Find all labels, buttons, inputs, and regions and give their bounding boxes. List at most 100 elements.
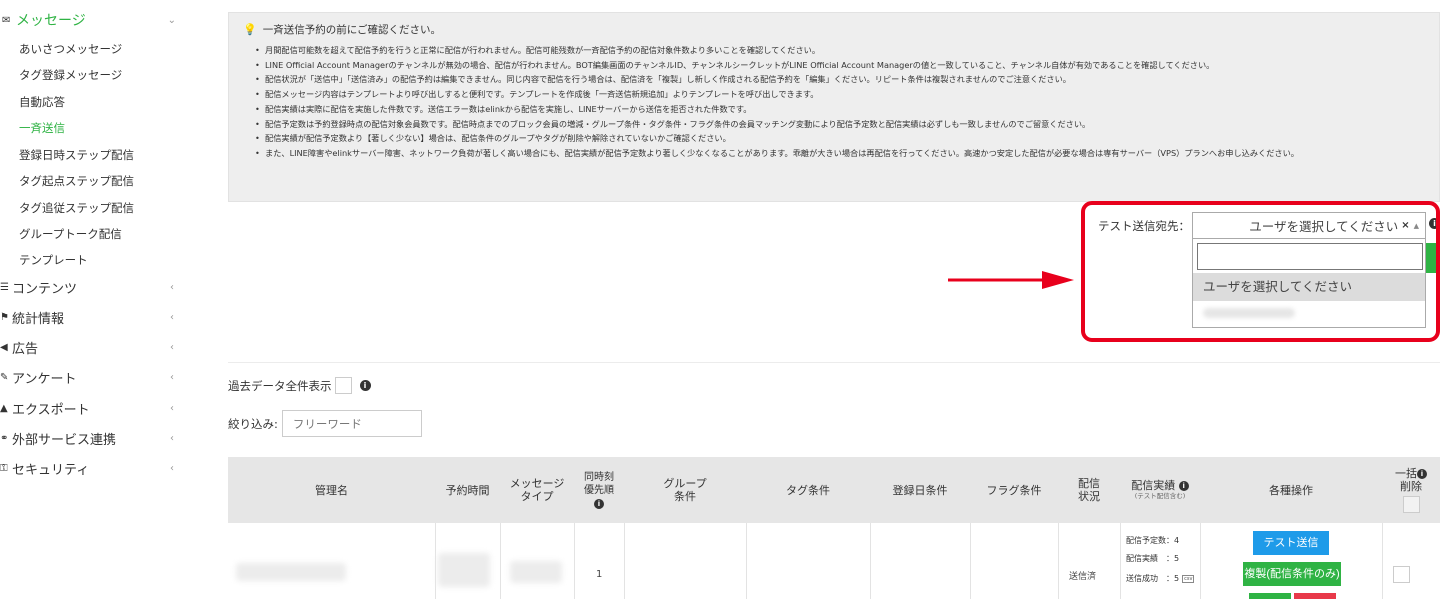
th-group-text-2: 条件: [674, 490, 696, 503]
success-count: 送信成功 ：5 csv: [1126, 573, 1195, 584]
info-icon[interactable]: i: [359, 380, 371, 391]
success-count-text: 送信成功 ：5: [1126, 574, 1180, 583]
sidebar-sub-template[interactable]: テンプレート: [19, 252, 88, 268]
th-flag-text: フラグ条件: [986, 483, 1042, 497]
info-icon[interactable]: i: [594, 499, 604, 509]
copy-button[interactable]: 複製(配信条件のみ): [1243, 562, 1341, 586]
red-arrow-icon: [948, 271, 1074, 289]
chevron-left-icon: ‹: [170, 281, 174, 293]
column-divider: [870, 523, 871, 599]
th-reg-date-text: 登録日条件: [892, 483, 948, 497]
notice-item: 配信実績は実際に配信を実施した件数です。送信エラー数はelinkから配信を実施し…: [255, 102, 1431, 117]
chevron-left-icon: ‹: [170, 462, 174, 474]
sidebar-sub-group-talk[interactable]: グループトーク配信: [19, 226, 122, 242]
bulk-select-all-checkbox[interactable]: [1402, 496, 1420, 513]
key-icon: ⚿: [0, 462, 8, 474]
pencil-icon: ✎: [0, 371, 9, 383]
th-ops: 各種操作: [1200, 457, 1382, 523]
notice-item: 配信状況が「送信中」「送信済み」の配信予約は編集できません。同じ内容で配信を行う…: [255, 72, 1431, 87]
column-divider: [1058, 523, 1059, 599]
sidebar-sub-broadcast[interactable]: 一斉送信: [19, 120, 65, 136]
sidebar-item-survey[interactable]: ✎ アンケート ‹: [0, 366, 190, 388]
th-priority[interactable]: 同時刻 優先順 i: [574, 457, 624, 523]
column-divider: [500, 523, 501, 599]
csv-download-icon[interactable]: csv: [1182, 575, 1195, 583]
th-tag[interactable]: タグ条件: [746, 457, 870, 523]
blurred-name[interactable]: [236, 563, 346, 581]
notice-list: 月間配信可能数を超えて配信予約を行うと正常に配信が行われません。配信可能残数が一…: [255, 43, 1431, 161]
sidebar-sub-tag-step[interactable]: タグ起点ステップ配信: [19, 173, 134, 189]
sidebar-item-external[interactable]: ⚭ 外部サービス連携 ‹: [0, 427, 190, 449]
filter-input[interactable]: [281, 410, 422, 437]
th-msg-type-text-2: タイプ: [520, 490, 554, 503]
sidebar-sub-greeting[interactable]: あいさつメッセージ: [19, 41, 122, 57]
th-results[interactable]: 配信実績 i (テスト配信含む): [1120, 457, 1200, 523]
th-results-note: (テスト配信含む): [1134, 492, 1186, 500]
th-group[interactable]: グループ 条件: [624, 457, 746, 523]
sidebar-item-contents[interactable]: ☰ コンテンツ ‹: [0, 276, 190, 298]
th-status-text: 配信: [1078, 477, 1100, 490]
th-results-text: 配信実績: [1131, 479, 1176, 492]
sidebar-item-ads[interactable]: ◀ 広告 ‹: [0, 336, 190, 358]
chevron-left-icon: ‹: [170, 432, 174, 444]
th-group-text: グループ: [663, 477, 707, 490]
section-divider: [228, 362, 1440, 363]
blurred-message-type: [510, 561, 562, 583]
sidebar-sub-auto-reply[interactable]: 自動応答: [19, 94, 65, 110]
sidebar-sub-tag-register[interactable]: タグ登録メッセージ: [19, 67, 122, 83]
chevron-down-icon: ⌄: [167, 14, 176, 26]
column-divider: [1200, 523, 1201, 599]
sidebar-sub-date-step[interactable]: 登録日時ステップ配信: [19, 147, 134, 163]
envelope-icon: ✉: [2, 14, 11, 26]
th-bulk-text-2: 削除: [1400, 480, 1422, 493]
sidebar-item-label: 外部サービス連携: [12, 432, 117, 448]
status-value: 送信済: [1069, 572, 1097, 582]
sidebar-item-export[interactable]: ▲ エクスポート ‹: [0, 397, 190, 419]
th-bulk-delete: 一括 i 削除: [1382, 457, 1440, 523]
chevron-left-icon: ‹: [170, 371, 174, 383]
filter-label: 絞り込み:: [228, 416, 278, 431]
th-status[interactable]: 配信 状況: [1058, 457, 1120, 523]
chevron-left-icon: ‹: [170, 311, 174, 323]
flag-icon: ⚑: [0, 311, 9, 323]
past-data-toggle: 過去データ全件表示 i: [228, 377, 371, 394]
delete-button[interactable]: [1294, 593, 1336, 599]
th-tag-text: タグ条件: [786, 483, 830, 497]
notice-item: LINE Official Account Managerのチャンネルが無効の場…: [255, 58, 1431, 73]
sidebar-item-label: コンテンツ: [12, 281, 78, 297]
sidebar-sub-tag-follow-step[interactable]: タグ追従ステップ配信: [19, 200, 134, 216]
sidebar-item-label: アンケート: [12, 371, 77, 387]
th-status-text-2: 状況: [1078, 490, 1100, 503]
notice-item: 配信実績が配信予定数より【著しく少ない】場合は、配信条件のグループやタグが削除や…: [255, 131, 1431, 146]
column-divider: [1382, 523, 1383, 599]
th-msg-type[interactable]: メッセージ タイプ: [500, 457, 574, 523]
blurred-time: [438, 553, 490, 587]
th-time[interactable]: 予約時間: [435, 457, 500, 523]
th-msg-type-text: メッセージ: [509, 477, 565, 490]
th-ops-text: 各種操作: [1269, 483, 1313, 497]
test-send-button[interactable]: テスト送信: [1253, 531, 1329, 555]
th-bulk-text: 一括: [1395, 467, 1417, 480]
th-flag[interactable]: フラグ条件: [970, 457, 1058, 523]
info-icon[interactable]: i: [1417, 469, 1427, 479]
column-divider: [574, 523, 575, 599]
th-name[interactable]: 管理名: [228, 457, 435, 523]
sidebar-item-security[interactable]: ⚿ セキュリティ ‹: [0, 457, 190, 479]
sidebar-item-label: 広告: [12, 341, 39, 357]
th-reg-date[interactable]: 登録日条件: [870, 457, 970, 523]
info-icon[interactable]: i: [1178, 481, 1189, 491]
edit-button[interactable]: [1249, 593, 1291, 599]
sidebar-item-stats[interactable]: ⚑ 統計情報 ‹: [0, 306, 190, 328]
sidebar-item-message[interactable]: ✉ メッセージ ⌄: [0, 8, 190, 32]
table-row: 1 送信済 配信予定数：4 配信実績 ：5 送信成功 ：5 csv テスト送信 複…: [228, 523, 1440, 599]
sidebar-item-label: メッセージ: [16, 13, 86, 29]
notice-item: 配信メッセージ内容はテンプレートより呼び出しすると便利です。テンプレートを作成後…: [255, 87, 1431, 102]
row-delete-checkbox[interactable]: [1393, 566, 1410, 583]
past-data-checkbox[interactable]: [334, 377, 352, 394]
list-icon: ☰: [0, 281, 9, 293]
notice-item: 月間配信可能数を超えて配信予約を行うと正常に配信が行われません。配信可能残数が一…: [255, 43, 1431, 58]
column-divider: [970, 523, 971, 599]
priority-value: 1: [596, 569, 603, 580]
sidebar: ✉ メッセージ ⌄ あいさつメッセージ タグ登録メッセージ 自動応答 一斉送信 …: [0, 0, 190, 599]
arrow-head: [1042, 271, 1074, 289]
